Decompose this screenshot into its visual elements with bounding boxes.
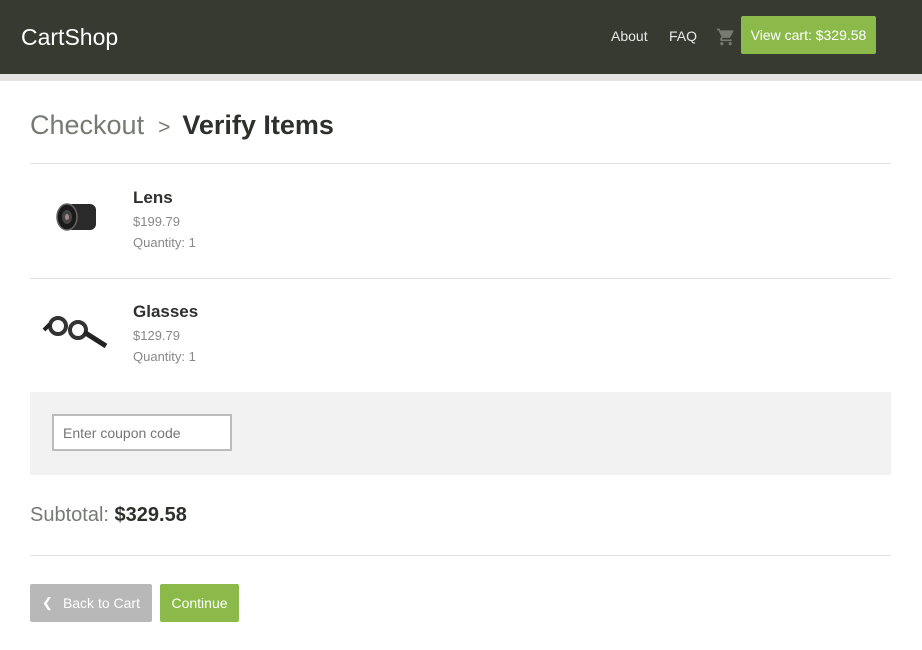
view-cart-button[interactable]: View cart: $329.58 (741, 16, 876, 54)
brand-logo[interactable]: CartShop (21, 24, 118, 51)
page-title: Verify Items (182, 110, 334, 140)
breadcrumb-checkout[interactable]: Checkout (30, 110, 144, 140)
item-price: $129.79 (133, 328, 180, 343)
cart-item: Lens $199.79 Quantity: 1 (30, 178, 891, 278)
back-to-cart-button[interactable]: ❮ Back to Cart (30, 584, 152, 622)
header-divider (0, 74, 922, 81)
divider (30, 278, 891, 279)
nav-about[interactable]: About (611, 28, 648, 44)
item-quantity: Quantity: 1 (133, 235, 196, 250)
cart-item: Glasses $129.79 Quantity: 1 (30, 292, 891, 392)
item-price: $199.79 (133, 214, 180, 229)
subtotal: Subtotal: $329.58 (30, 504, 187, 527)
item-name: Glasses (133, 302, 199, 321)
top-navbar: CartShop About FAQ View cart: $329.58 (0, 0, 922, 74)
cart-icon[interactable] (716, 27, 736, 47)
nav-faq[interactable]: FAQ (669, 28, 697, 44)
coupon-section (30, 392, 891, 475)
lens-image (56, 203, 96, 231)
breadcrumb: Checkout > Verify Items (30, 110, 334, 141)
coupon-code-input[interactable] (52, 414, 232, 451)
subtotal-label: Subtotal: (30, 504, 109, 526)
breadcrumb-separator: > (158, 116, 171, 139)
item-name: Lens (133, 188, 173, 207)
back-label: Back to Cart (62, 595, 140, 611)
chevron-left-icon: ❮ (42, 595, 53, 610)
glasses-image (42, 316, 108, 349)
subtotal-value: $329.58 (114, 504, 187, 526)
divider (30, 163, 891, 164)
item-quantity: Quantity: 1 (133, 349, 196, 364)
divider (30, 555, 891, 556)
continue-button[interactable]: Continue (160, 584, 239, 622)
